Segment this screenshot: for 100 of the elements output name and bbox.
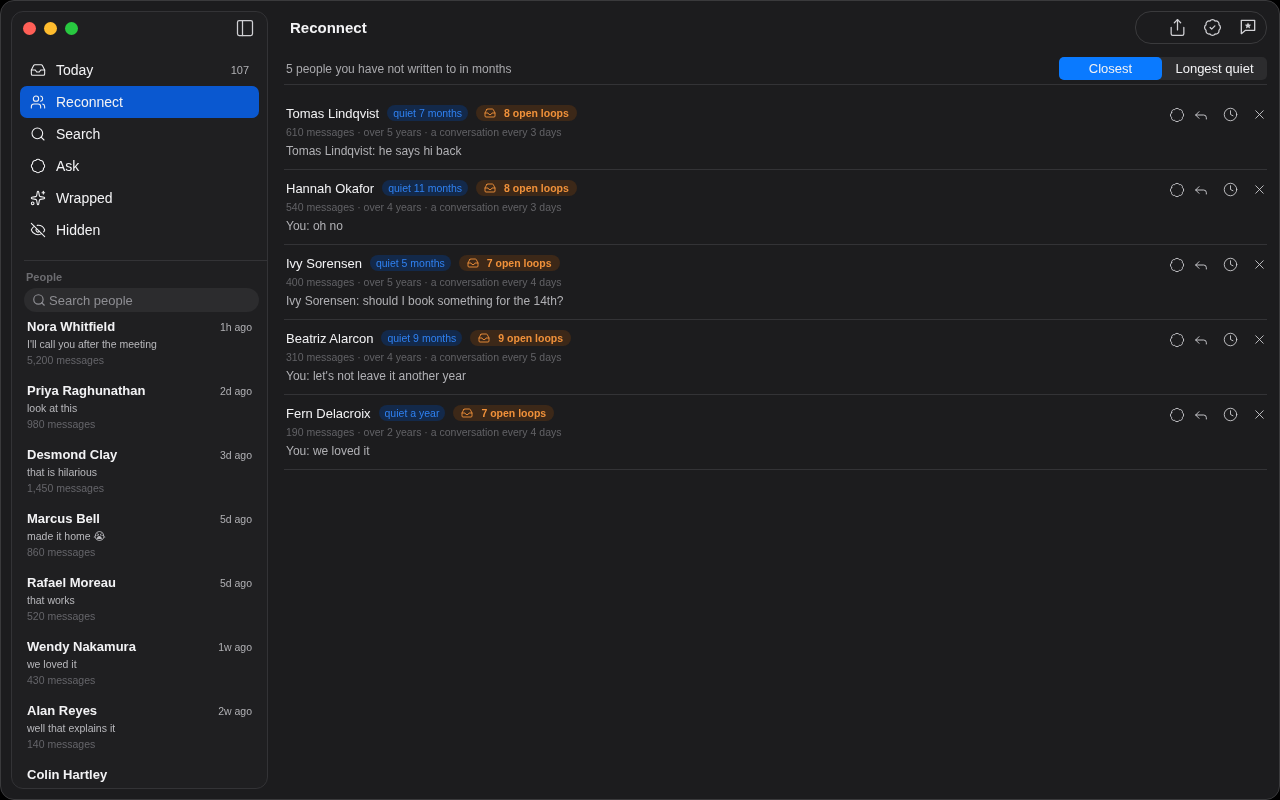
message-count: 980 messages (27, 418, 97, 430)
snooze-button[interactable] (1223, 182, 1238, 197)
close-button[interactable] (1252, 257, 1267, 272)
ask-button[interactable] (1169, 182, 1185, 198)
message-preview: look at this (27, 402, 79, 414)
message-preview: that works (27, 594, 76, 606)
ask-button[interactable] (1169, 332, 1185, 348)
person-item[interactable]: Colin Hartley (20, 763, 259, 788)
contact-name: Ivy Sorensen (286, 255, 362, 271)
person-item[interactable]: Wendy Nakamura 1w ago we loved it 430 messages (20, 635, 259, 699)
snooze-button[interactable] (1223, 332, 1238, 347)
message-count: 5,200 messages (27, 354, 106, 366)
contact-name: Beatriz Alarcon (286, 330, 374, 346)
close-button[interactable] (1252, 182, 1267, 197)
ask-button[interactable] (1169, 257, 1185, 273)
nav-item[interactable]: Hidden (20, 214, 259, 246)
contact-stats: 400 messages · over 5 years · a conversation every 4 days (286, 276, 563, 288)
message-count: 1,450 messages (27, 482, 106, 494)
nav-item[interactable]: Reconnect (20, 86, 259, 118)
tray-icon (466, 257, 479, 269)
nav-item[interactable]: Search (20, 118, 259, 150)
contact-stats: 610 messages · over 5 years · a conversation every 3 days (286, 126, 563, 138)
close-button[interactable] (1252, 332, 1267, 347)
nav-label: Wrapped (56, 190, 114, 206)
minimize-button[interactable] (44, 21, 57, 35)
person-item[interactable]: Desmond Clay 3d ago that is hilarious 1,450 messages (20, 443, 259, 507)
nav-item[interactable]: Ask (20, 150, 259, 182)
people-icon (30, 94, 46, 110)
person-item[interactable]: Marcus Bell 5d ago made it home 😭 860 messages (20, 507, 259, 571)
nav-item[interactable]: Wrapped (20, 182, 259, 214)
quiet-tag: quiet 7 months (387, 105, 469, 121)
open-loops-label: 9 open loops (498, 332, 564, 344)
quiet-tag: quiet 11 months (382, 180, 469, 196)
search-icon (32, 293, 46, 307)
quiet-tag: quiet 9 months (381, 330, 463, 346)
nav-label: Search (56, 126, 102, 142)
snooze-button[interactable] (1223, 257, 1238, 272)
star-chat-icon (1238, 17, 1258, 37)
last-seen-time: 2d ago (219, 385, 252, 397)
person-name: Priya Raghunathan (27, 383, 146, 398)
person-item[interactable]: Alan Reyes 2w ago well that explains it 140 messages (20, 699, 259, 763)
snooze-button[interactable] (1223, 407, 1238, 422)
last-message: You: we loved it (286, 444, 371, 458)
message-count: 430 messages (27, 674, 97, 686)
section-heading: People (25, 271, 64, 283)
last-seen-time: 2w ago (218, 705, 252, 717)
message-preview: well that explains it (27, 722, 117, 734)
nav-label: Today (56, 62, 95, 78)
nav-label: Reconnect (56, 94, 124, 110)
count: 107 (230, 64, 249, 76)
last-seen-time: 1w ago (218, 641, 252, 653)
verified-button[interactable] (1203, 17, 1222, 37)
search-field[interactable]: Search people (24, 288, 259, 312)
ask-button[interactable] (1169, 407, 1185, 423)
person-name: Marcus Bell (27, 511, 100, 526)
nav-item[interactable]: Today 107 (20, 54, 259, 86)
search-icon (30, 126, 46, 142)
sort-tab[interactable]: Closest (1059, 57, 1162, 80)
message-count: 140 messages (27, 738, 97, 750)
person-name: Wendy Nakamura (27, 639, 136, 654)
ask-button[interactable] (1169, 107, 1185, 123)
contact-stats: 310 messages · over 4 years · a conversation every 5 days (286, 351, 563, 363)
quiet-tag: quiet 5 months (369, 255, 451, 271)
last-seen-time: 5d ago (219, 577, 252, 589)
message-preview: that is hilarious (27, 466, 99, 478)
contact-stats: 190 messages · over 2 years · a conversation every 4 days (286, 426, 563, 438)
message-count: 860 messages (27, 546, 97, 558)
open-loops-label: 8 open loops (504, 107, 569, 119)
person-item[interactable]: Rafael Moreau 5d ago that works 520 messages (20, 571, 259, 635)
hidden-icon (30, 222, 46, 238)
last-message: Ivy Sorensen: should I book something for the 14th? (286, 294, 565, 308)
feedback-button[interactable] (1238, 17, 1258, 37)
message-preview: we loved it (27, 658, 78, 670)
open-loops-label: 7 open loops (481, 407, 547, 419)
tray-icon (484, 182, 497, 194)
close-button[interactable] (23, 21, 36, 35)
contact-name: Tomas Lindqvist (286, 105, 380, 121)
sidebar-toggle-button[interactable] (235, 18, 255, 38)
last-message: Tomas Lindqvist: he says hi back (286, 144, 463, 158)
snooze-button[interactable] (1223, 107, 1238, 122)
last-message: You: oh no (286, 219, 344, 233)
person-name: Nora Whitfield (27, 319, 116, 334)
contact-name: Hannah Okafor (286, 180, 375, 196)
summary-text: 5 people you have not written to in months (286, 61, 512, 76)
last-seen-time: 1h ago (219, 321, 252, 333)
last-message: You: let's not leave it another year (286, 369, 467, 383)
message-count: 520 messages (27, 610, 97, 622)
person-name: Alan Reyes (27, 703, 98, 718)
nav-label: Ask (56, 158, 81, 174)
close-button[interactable] (1252, 107, 1267, 122)
tray-icon (484, 107, 497, 119)
share-button[interactable] (1168, 17, 1187, 37)
sort-tab[interactable]: Longest quiet (1162, 57, 1267, 80)
zoom-button[interactable] (65, 21, 78, 35)
message-preview: made it home 😭 (27, 530, 107, 542)
person-item[interactable]: Nora Whitfield 1h ago I'll call you after the meeting 5,200 messages (20, 315, 259, 379)
last-seen-time: 3d ago (219, 449, 252, 461)
person-item[interactable]: Priya Raghunathan 2d ago look at this 980 messages (20, 379, 259, 443)
close-button[interactable] (1252, 407, 1267, 422)
last-seen-time: 5d ago (219, 513, 252, 525)
